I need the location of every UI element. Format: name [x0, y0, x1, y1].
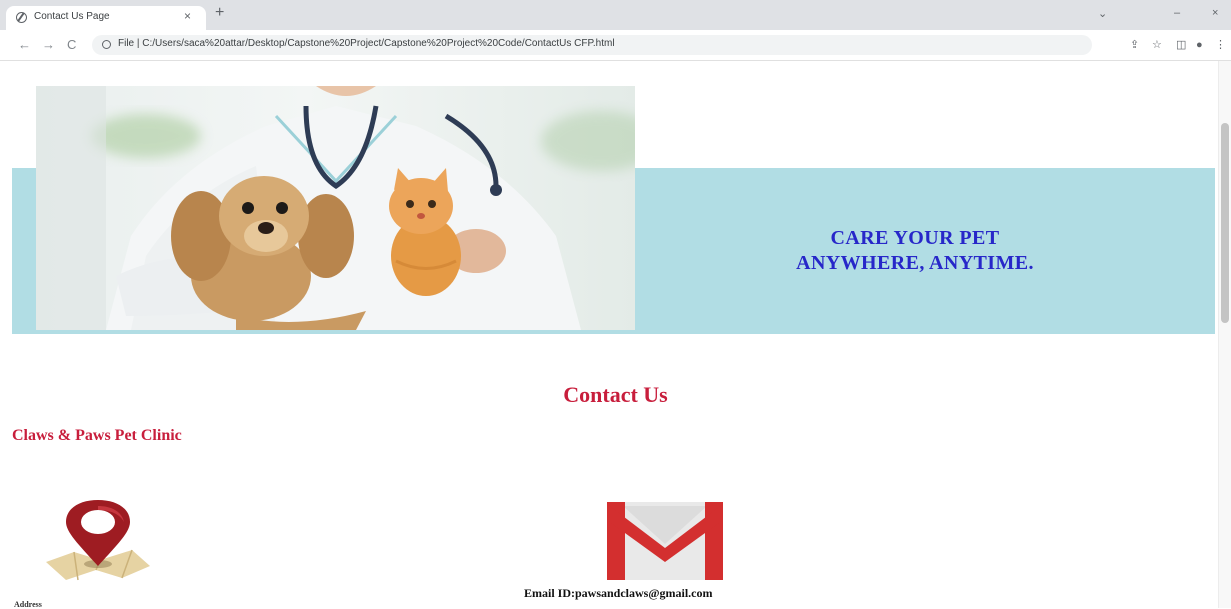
bookmark-star-icon[interactable]: ☆: [1152, 38, 1162, 52]
url-text[interactable]: File | C:/Users/saca%20attar/Desktop/Cap…: [118, 38, 615, 49]
minimize-button[interactable]: ‒: [1174, 7, 1180, 19]
new-tab-button[interactable]: +: [215, 5, 224, 21]
browser-tab-strip: Contact Us Page × + ⌄ ‒ ×: [0, 0, 1231, 30]
forward-button[interactable]: →: [42, 37, 55, 53]
menu-kebab-icon[interactable]: ⋮: [1215, 38, 1226, 52]
share-icon[interactable]: ⇪: [1130, 38, 1139, 52]
banner-tagline: CARE YOUR PET ANYWHERE, ANYTIME.: [720, 226, 1110, 276]
back-button[interactable]: ←: [18, 37, 31, 53]
site-info-icon[interactable]: [102, 40, 111, 49]
tagline-line-1: CARE YOUR PET: [830, 227, 1000, 249]
page-scrollbar[interactable]: [1218, 61, 1231, 608]
vet-with-pets-image: [36, 86, 635, 330]
address-bar[interactable]: File | C:/Users/saca%20attar/Desktop/Cap…: [92, 35, 1092, 55]
vet-illustration: [36, 86, 635, 330]
tagline-line-2: ANYWHERE, ANYTIME.: [796, 252, 1034, 274]
reload-button[interactable]: C: [67, 37, 76, 53]
scrollbar-thumb[interactable]: [1221, 123, 1229, 323]
profile-icon[interactable]: ●: [1196, 38, 1203, 52]
close-window-button[interactable]: ×: [1212, 7, 1218, 19]
location-pin-icon: [38, 500, 154, 582]
gmail-icon: [605, 500, 725, 582]
globe-icon: [16, 12, 27, 23]
clinic-name: Claws & Paws Pet Clinic: [12, 427, 182, 444]
tab-search-icon[interactable]: ⌄: [1098, 7, 1107, 20]
side-panel-icon[interactable]: ◫: [1176, 38, 1186, 52]
contact-heading: Contact Us: [563, 382, 668, 407]
browser-toolbar: ← → C File | C:/Users/saca%20attar/Deskt…: [0, 30, 1231, 61]
tab-close-icon[interactable]: ×: [184, 9, 191, 23]
email-address: Email ID:pawsandclaws@gmail.com: [524, 586, 713, 600]
tab-title: Contact Us Page: [34, 11, 110, 22]
browser-tab[interactable]: Contact Us Page ×: [6, 6, 206, 30]
